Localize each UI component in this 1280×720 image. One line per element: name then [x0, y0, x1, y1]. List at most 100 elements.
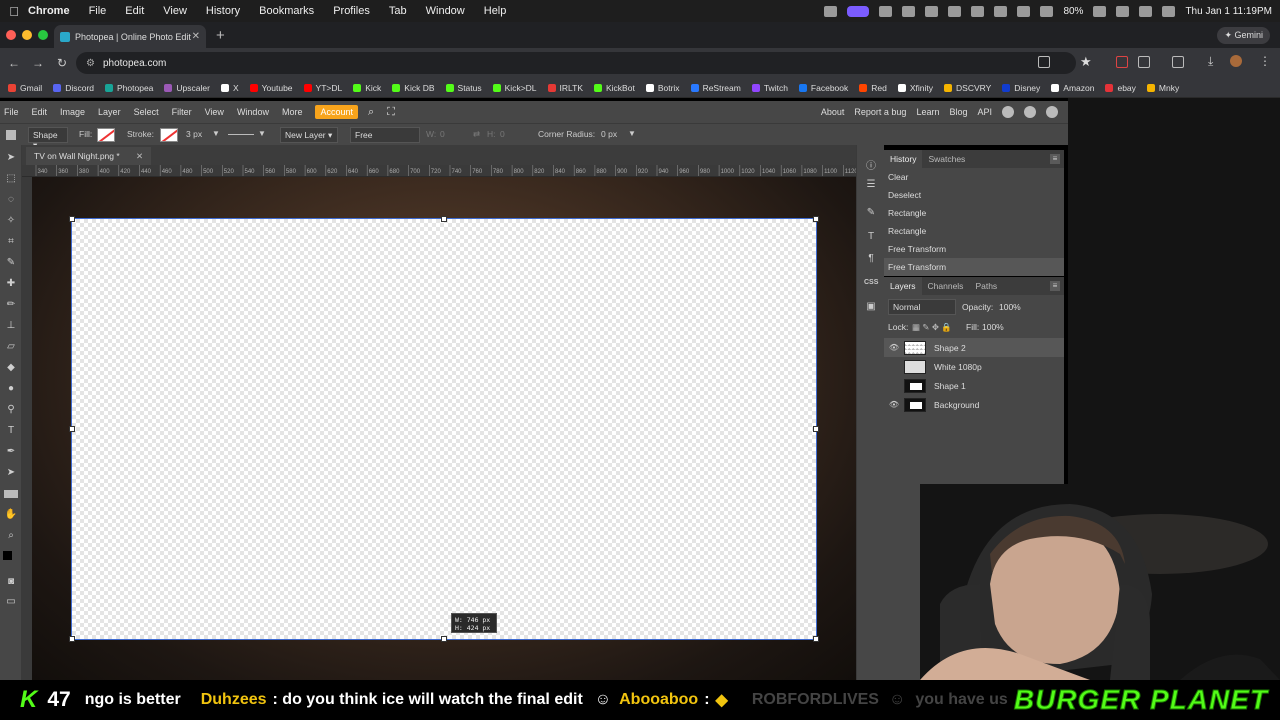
bookmark-item[interactable]: Upscaler [164, 83, 210, 93]
screen-record-icon[interactable] [847, 5, 870, 17]
bookmark-item[interactable]: Disney [1002, 83, 1040, 93]
css-icon[interactable]: CSS [864, 279, 878, 292]
selected-rectangle-shape[interactable] [71, 218, 817, 640]
play-icon[interactable] [925, 5, 939, 17]
pp-menu-select[interactable]: Select [134, 107, 159, 117]
api-link[interactable]: API [977, 107, 992, 117]
new-tab-icon[interactable]: + [216, 27, 225, 44]
bookmark-item[interactable]: Discord [53, 83, 94, 93]
forward-icon[interactable]: → [28, 56, 48, 70]
pp-menu-window[interactable]: Window [237, 107, 269, 117]
eyedropper-tool-icon[interactable]: ✎ [4, 256, 18, 269]
crop-tool-icon[interactable]: ⌗ [4, 235, 18, 248]
bookmark-item[interactable]: KickBot [594, 83, 635, 93]
address-bar[interactable]: ⚙ photopea.com [76, 52, 1076, 74]
menu-help[interactable]: Help [484, 5, 507, 17]
tab-channels[interactable]: Channels [922, 277, 970, 295]
close-window-button[interactable] [6, 30, 16, 40]
transform-handle-top[interactable] [441, 216, 447, 222]
history-item[interactable]: Clear [884, 168, 1064, 186]
history-item[interactable]: Deselect [884, 186, 1064, 204]
zoom-tool-icon[interactable]: ⌕ [4, 529, 18, 542]
foreground-color-icon[interactable] [3, 551, 12, 560]
stroke-size[interactable]: 3 px [186, 129, 202, 139]
status-icon[interactable] [824, 5, 838, 17]
menu-chrome[interactable]: Chrome [28, 5, 70, 17]
visibility-eye-icon[interactable]: 👁 [884, 343, 904, 352]
history-item-current[interactable]: Free Transform [884, 258, 1064, 276]
screen-mode-icon[interactable]: ▭ [4, 595, 18, 608]
transform-handle-right[interactable] [813, 426, 819, 432]
back-icon[interactable]: ← [4, 56, 24, 70]
corner-radius-value[interactable]: 0 px [601, 129, 617, 139]
page-icon[interactable] [1038, 56, 1050, 68]
magic-wand-tool-icon[interactable]: ✧ [4, 214, 18, 227]
blog-link[interactable]: Blog [949, 107, 967, 117]
image-icon[interactable]: ▣ [864, 301, 878, 314]
menu-bookmarks[interactable]: Bookmarks [259, 5, 314, 17]
report-bug-link[interactable]: Report a bug [854, 107, 906, 117]
character-icon[interactable]: T [864, 231, 878, 244]
status-icon[interactable] [971, 5, 985, 17]
pen-tool-icon[interactable]: ✒ [4, 445, 18, 458]
transform-handle-bottom-right[interactable] [813, 636, 819, 642]
path-select-tool-icon[interactable]: ➤ [4, 466, 18, 479]
layer-row[interactable]: Shape 1 [884, 376, 1064, 395]
panel-menu-icon[interactable]: ≡ [1050, 154, 1060, 164]
blend-mode-select[interactable]: Normal [888, 299, 956, 315]
bookmark-item[interactable]: IRLTK [547, 83, 583, 93]
bookmark-item[interactable]: Mnky [1146, 83, 1179, 93]
pp-menu-view[interactable]: View [205, 107, 224, 117]
browser-tab[interactable]: Photopea | Online Photo Edit ✕ [54, 25, 206, 48]
menu-tab[interactable]: Tab [389, 5, 407, 17]
bookmark-item[interactable]: Facebook [798, 83, 848, 93]
minimize-window-button[interactable] [22, 30, 32, 40]
status-icon[interactable] [902, 5, 916, 17]
brush-tool-icon[interactable]: ✏ [4, 298, 18, 311]
transform-handle-top-right[interactable] [813, 216, 819, 222]
status-icon[interactable] [879, 5, 893, 17]
battery-icon[interactable] [1093, 5, 1107, 17]
bookmark-item[interactable]: ebay [1105, 83, 1136, 93]
w-value[interactable]: 0 [440, 129, 445, 139]
reload-icon[interactable]: ↻ [52, 56, 72, 70]
clone-stamp-tool-icon[interactable]: ⊥ [4, 319, 18, 332]
bookmark-item[interactable]: Xfinity [897, 83, 933, 93]
menu-file[interactable]: File [89, 5, 107, 17]
volume-icon[interactable] [948, 5, 962, 17]
pp-menu-edit[interactable]: Edit [32, 107, 48, 117]
menu-edit[interactable]: Edit [125, 5, 144, 17]
fill-value[interactable]: 100% [982, 322, 1004, 332]
link-icon[interactable]: ⇄ [473, 129, 480, 140]
panel-menu-icon[interactable]: ≡ [1050, 281, 1060, 291]
search-icon[interactable] [1116, 5, 1130, 17]
menu-view[interactable]: View [163, 5, 187, 17]
marquee-tool-icon[interactable]: ⬚ [4, 172, 18, 185]
clock[interactable]: Thu Jan 1 11:19PM [1185, 6, 1272, 17]
bucket-tool-icon[interactable]: ◆ [4, 361, 18, 374]
extension-icon[interactable] [1116, 56, 1128, 68]
pp-menu-more[interactable]: More [282, 107, 303, 117]
search-icon[interactable]: ⌕ [368, 106, 374, 119]
history-icon[interactable]: ☰ [864, 179, 878, 192]
quick-mask-icon[interactable]: ◙ [4, 575, 18, 588]
bookmark-star-icon[interactable]: ★ [1080, 54, 1092, 70]
zoom-window-button[interactable] [38, 30, 48, 40]
transform-handle-bottom-left[interactable] [69, 636, 75, 642]
learn-link[interactable]: Learn [916, 107, 939, 117]
type-tool-icon[interactable]: T [4, 424, 18, 437]
bookmark-item[interactable]: Kick DB [392, 83, 435, 93]
visibility-eye-icon[interactable]: 👁 [884, 400, 904, 409]
fullscreen-icon[interactable]: ⛶ [387, 106, 395, 119]
more-menu-icon[interactable]: ⋮ [1259, 54, 1271, 68]
shape-mode-select[interactable]: Shape ▾ [28, 127, 68, 150]
display-icon[interactable] [994, 5, 1008, 17]
bookmark-item[interactable]: YT>DL [303, 83, 342, 93]
bluetooth-icon[interactable] [1017, 5, 1031, 17]
bookmark-item[interactable]: Amazon [1051, 83, 1094, 93]
eraser-tool-icon[interactable]: ▱ [4, 340, 18, 353]
sidepanel-icon[interactable] [1172, 56, 1184, 68]
brush-icon[interactable]: ✎ [864, 207, 878, 220]
layer-row[interactable]: 👁 Background [884, 395, 1064, 414]
new-layer-select[interactable]: New Layer ▾ [280, 127, 338, 143]
